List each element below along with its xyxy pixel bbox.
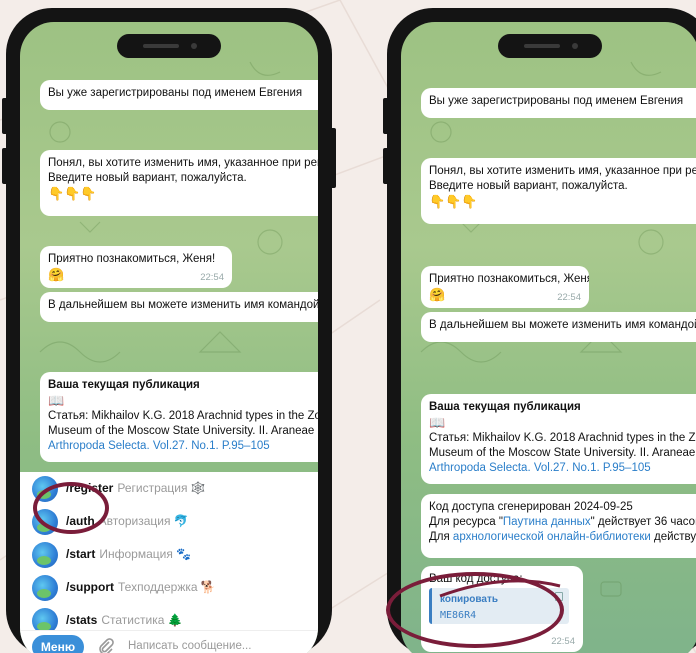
message-text: Приятно познакомиться, Женя! [48,253,216,265]
message-text: Введите новый вариант, пожалуйста. [48,172,247,184]
bot-avatar [32,608,58,630]
pointing-down-emoji: 👇👇👇 [48,186,97,201]
command-emoji: 🐾 [176,547,192,561]
command-emoji: 🕸️ [190,481,206,495]
publication-line: Статья: Mikhailov K.G. 2018 Arachnid typ… [429,432,696,444]
phone-side-button [2,98,8,134]
bot-avatar [32,575,58,601]
message-time: 22:54 [551,636,575,647]
phone-left: Вы уже зарегистрированы под именем Евген… [2,8,336,653]
command-item-support[interactable]: /support Техподдержка 🐕 [20,571,318,604]
menu-button[interactable]: Меню [32,635,84,653]
publication-line: Museum of the Moscow State University. I… [429,447,696,459]
access-generated-text: Код доступа сгенерирован 2024-09-25 [429,501,633,513]
command-desc: Статистика [101,613,165,627]
resource-link[interactable]: Паутина данных [503,516,591,528]
message-bubble: Вы уже зарегистрированы под именем Евген… [421,88,696,118]
publication-link[interactable]: Arthropoda Selecta. Vol.27. No.1. P.95–1… [48,439,318,454]
pointing-down-emoji: 👇👇👇 [429,194,478,209]
message-bubble: Понял, вы хотите изменить имя, указанное… [40,150,318,216]
access-text: Для [429,531,453,543]
access-text: действует [654,531,696,543]
access-text: Для ресурса " [429,516,503,528]
message-time: 22:54 [200,272,224,283]
phone-side-button [383,98,389,134]
command-emoji: 🐬 [173,514,189,528]
message-text: Понял, вы хотите изменить имя, указанное… [429,165,696,177]
book-emoji: 📖 [48,393,65,408]
publication-title: Ваша текущая публикация [429,401,581,413]
publication-line: Museum of the Moscow State University. I… [48,425,318,437]
phone-right: Вы уже зарегистрированы под именем Евген… [383,8,696,653]
chat-screen-left: Вы уже зарегистрированы под именем Евген… [20,22,318,653]
command-desc: Авторизация [98,514,171,528]
phone-side-button [383,148,389,184]
message-bubble-access: Код доступа сгенерирован 2024-09-25 Для … [421,494,696,558]
paperclip-icon[interactable] [96,637,116,653]
highlight-ellipse [33,482,109,534]
phone-notch [498,34,602,58]
message-text: Понял, вы хотите изменить имя, указанное… [48,157,318,169]
bot-avatar [32,542,58,568]
book-emoji: 📖 [429,415,446,430]
publication-link[interactable]: Arthropoda Selecta. Vol.27. No.1. P.95–1… [429,461,696,476]
command-name: /stats [66,613,98,627]
message-bubble-publication: Ваша текущая публикация 📖 Статья: Mikhai… [421,394,696,484]
hugging-emoji: 🤗 [48,267,65,282]
command-emoji: 🌲 [167,613,183,627]
access-text: " действует 36 часов [590,516,696,528]
message-bubble: В дальнейшем вы можете изменить имя кома… [421,312,696,342]
command-desc: Информация [99,547,173,561]
phone-side-button [330,128,336,188]
command-item-stats[interactable]: /stats Статистика 🌲 [20,604,318,630]
message-bubble: В дальнейшем вы можете изменить имя кома… [40,292,318,322]
phone-side-button [2,148,8,184]
message-bubble: Вы уже зарегистрированы под именем Евген… [40,80,318,110]
message-input[interactable]: Написать сообщение... [128,640,251,652]
message-bubble: Понял, вы хотите изменить имя, указанное… [421,158,696,224]
message-time: 22:54 [557,292,581,303]
message-text: В дальнейшем вы можете изменить имя кома… [48,299,318,311]
message-text: Введите новый вариант, пожалуйста. [429,180,628,192]
message-bubble: Приятно познакомиться, Женя! 🤗 22:54 [421,266,589,308]
command-desc: Регистрация [117,481,188,495]
publication-title: Ваша текущая публикация [48,379,200,391]
command-desc: Техподдержка [118,580,198,594]
message-text: Приятно познакомиться, Женя! [429,273,589,285]
chat-screen-right: Вы уже зарегистрированы под именем Евген… [401,22,696,653]
message-bubble: Приятно познакомиться, Женя! 🤗 22:54 [40,246,232,288]
command-item-start[interactable]: /start Информация 🐾 [20,538,318,571]
command-name: /support [66,580,114,594]
library-link[interactable]: архнологической онлайн-библиотеки [453,531,651,543]
message-text: Вы уже зарегистрированы под именем Евген… [429,95,684,107]
highlight-ellipse [386,572,564,648]
phone-notch [117,34,221,58]
message-bubble-publication: Ваша текущая публикация 📖 Статья: Mikhai… [40,372,318,462]
command-name: /start [66,547,96,561]
message-input-bar: Меню Написать сообщение... [20,630,318,653]
message-text: Вы уже зарегистрированы под именем Евген… [48,87,303,99]
publication-line: Статья: Mikhailov K.G. 2018 Arachnid typ… [48,410,318,422]
message-text: В дальнейшем вы можете изменить имя кома… [429,319,696,331]
command-emoji: 🐕 [200,580,216,594]
